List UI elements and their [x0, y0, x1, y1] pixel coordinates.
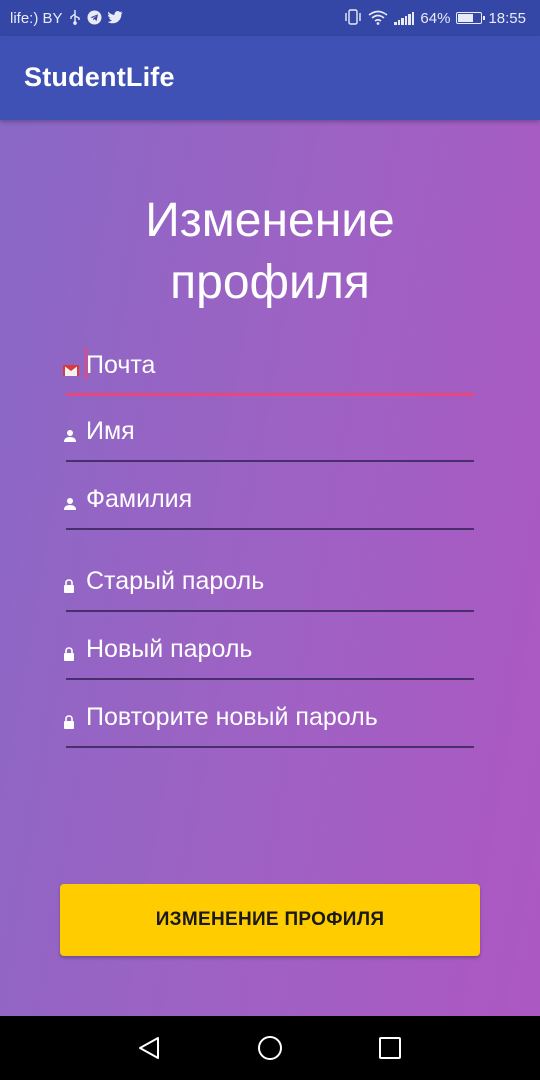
status-bar: life:) BY 64% 18:55: [0, 0, 540, 36]
home-icon[interactable]: [254, 1032, 286, 1064]
battery-fill: [458, 14, 473, 22]
old-password-placeholder: Старый пароль: [86, 567, 265, 595]
last-name-field[interactable]: Фамилия: [60, 482, 474, 530]
status-right: 64% 18:55: [344, 0, 526, 36]
wifi-icon: [368, 10, 388, 27]
person-icon: [63, 429, 77, 443]
last-name-underline: [66, 528, 474, 530]
person-icon: [63, 497, 77, 511]
repeat-password-placeholder: Повторите новый пароль: [86, 703, 378, 731]
mail-icon: [63, 363, 79, 377]
edit-profile-screen: Изменение профиля Почта Имя Фамилия Стар…: [0, 120, 540, 1016]
app-title: StudentLife: [24, 62, 175, 92]
back-icon[interactable]: [134, 1032, 166, 1064]
app-bar: StudentLife: [0, 36, 540, 120]
old-password-field[interactable]: Старый пароль: [60, 564, 474, 612]
vibrate-icon: [344, 9, 362, 27]
clock: 18:55: [488, 9, 526, 27]
old-password-underline: [66, 610, 474, 612]
first-name-field[interactable]: Имя: [60, 414, 474, 462]
lock-icon: [63, 579, 77, 593]
first-name-placeholder: Имя: [86, 417, 135, 445]
first-name-underline: [66, 460, 474, 462]
page-title-line2: профиля: [170, 256, 370, 309]
email-field[interactable]: Почта: [60, 348, 474, 396]
lock-icon: [63, 715, 77, 729]
signal-icon: [394, 11, 415, 25]
usb-icon: [69, 9, 81, 27]
navigation-bar: [0, 1016, 540, 1080]
recents-icon[interactable]: [374, 1032, 406, 1064]
twitter-icon: [107, 10, 123, 26]
repeat-password-underline: [66, 746, 474, 748]
telegram-icon: [87, 10, 102, 27]
last-name-placeholder: Фамилия: [86, 485, 193, 513]
carrier-label: life:) BY: [10, 9, 63, 27]
repeat-password-field[interactable]: Повторите новый пароль: [60, 700, 474, 748]
page-title-line1: Изменение: [145, 194, 395, 247]
battery-icon: [456, 12, 486, 24]
lock-icon: [63, 647, 77, 661]
battery-percent: 64%: [420, 9, 451, 27]
new-password-placeholder: Новый пароль: [86, 635, 253, 663]
new-password-field[interactable]: Новый пароль: [60, 632, 474, 680]
email-underline: [66, 393, 474, 396]
page-title: Изменение профиля: [0, 190, 540, 314]
status-left: life:) BY: [10, 0, 123, 36]
submit-profile-button[interactable]: ИЗМЕНЕНИЕ ПРОФИЛЯ: [60, 884, 480, 956]
email-placeholder: Почта: [86, 351, 156, 379]
new-password-underline: [66, 678, 474, 680]
